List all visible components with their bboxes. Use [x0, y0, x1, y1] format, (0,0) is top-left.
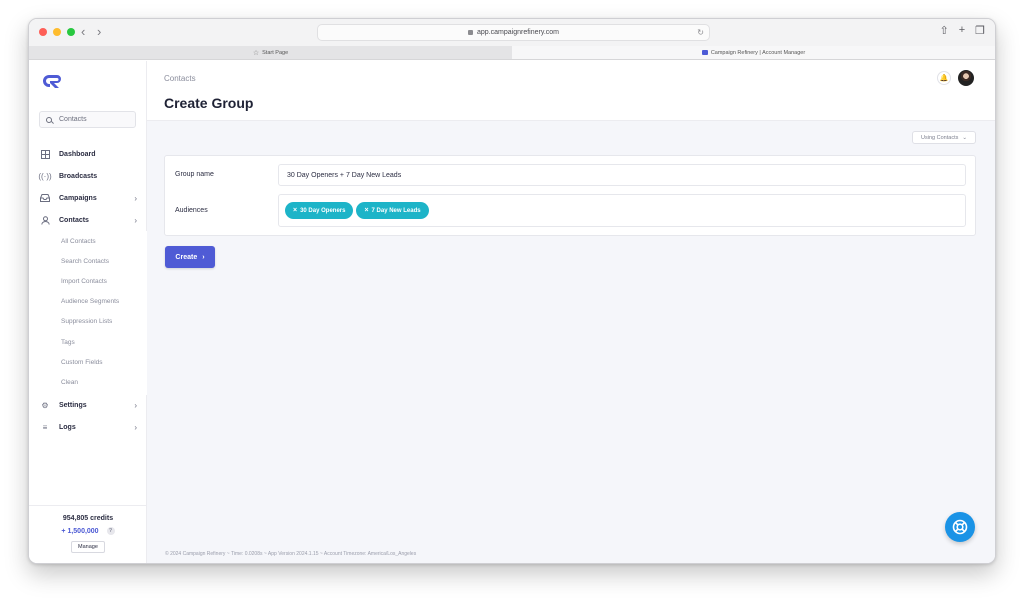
- address-bar[interactable]: app.campaignrefinery.com ↻: [317, 24, 710, 41]
- sidebar-menu: Dashboard ((·)) Broadcasts Campaigns › C…: [29, 143, 147, 439]
- sidebar-search-placeholder: Contacts: [59, 116, 87, 123]
- main-content: Contacts Create Group 🔔 Using Contacts ⌄…: [147, 61, 995, 563]
- breadcrumb[interactable]: Contacts: [164, 74, 196, 83]
- sidebar-item-label: Dashboard: [59, 150, 96, 158]
- chevron-down-icon: ⌄: [962, 134, 967, 141]
- notifications-bell-icon[interactable]: 🔔: [937, 71, 951, 85]
- help-icon[interactable]: ?: [106, 527, 115, 535]
- grid-icon: [40, 149, 50, 159]
- sidebar-item-label: Broadcasts: [59, 172, 98, 180]
- search-icon: [46, 116, 52, 123]
- broadcast-icon: ((·)): [38, 171, 52, 181]
- close-window-button[interactable]: [39, 28, 47, 36]
- page-title: Create Group: [164, 95, 254, 111]
- share-icon[interactable]: ⇧: [939, 24, 948, 37]
- create-group-form: Group name 30 Day Openers + 7 Day New Le…: [164, 155, 976, 236]
- credits-panel: 954,805 credits + 1,500,000 ? Manage: [29, 505, 147, 563]
- sidebar-item-logs[interactable]: ≡ Logs ›: [29, 417, 147, 439]
- submenu-item-audience-segments[interactable]: Audience Segments: [29, 292, 147, 312]
- sidebar-item-settings[interactable]: ⚙ Settings ›: [29, 395, 147, 417]
- browser-window: ‹ › app.campaignrefinery.com ↻ ⇧ + ❐ ☆ S…: [28, 18, 996, 564]
- remove-chip-icon[interactable]: ×: [364, 207, 368, 214]
- url-text: app.campaignrefinery.com: [477, 29, 559, 36]
- audience-chip-label: 7 Day New Leads: [371, 207, 421, 214]
- chevron-right-icon: ›: [202, 253, 205, 261]
- avatar[interactable]: [958, 70, 974, 86]
- chevron-right-icon: ›: [134, 423, 137, 432]
- help-lifebuoy-button[interactable]: [945, 512, 975, 542]
- page-header: Contacts Create Group 🔔: [147, 61, 995, 121]
- audience-chip[interactable]: × 7 Day New Leads: [356, 202, 429, 219]
- tab-start-page[interactable]: ☆ Start Page: [29, 46, 512, 59]
- using-contacts-dropdown[interactable]: Using Contacts ⌄: [912, 131, 976, 144]
- browser-toolbar: ⇧ + ❐: [939, 24, 985, 37]
- audience-chip[interactable]: × 30 Day Openers: [285, 202, 354, 219]
- group-name-value: 30 Day Openers + 7 Day New Leads: [287, 171, 402, 179]
- tab-label: Campaign Refinery | Account Manager: [710, 49, 806, 56]
- manage-button[interactable]: Manage: [71, 541, 105, 553]
- create-button-label: Create: [175, 253, 198, 261]
- inbox-icon: [40, 193, 50, 203]
- new-tab-icon[interactable]: +: [959, 24, 965, 37]
- reload-icon[interactable]: ↻: [697, 28, 704, 37]
- sidebar-item-label: Logs: [59, 424, 76, 431]
- sidebar-item-label: Settings: [59, 402, 87, 409]
- audiences-select[interactable]: × 30 Day Openers × 7 Day New Leads: [278, 194, 966, 227]
- submenu-item-import-contacts[interactable]: Import Contacts: [29, 271, 147, 291]
- submenu-item-custom-fields[interactable]: Custom Fields: [29, 352, 147, 372]
- window-controls: [39, 28, 75, 36]
- lock-icon: [468, 30, 474, 35]
- sidebar-search-input[interactable]: Contacts: [39, 111, 136, 128]
- chevron-right-icon: ›: [134, 401, 137, 410]
- app: Contacts Dashboard ((·)) Broadcasts Camp…: [29, 61, 995, 563]
- audiences-label: Audiences: [175, 207, 208, 214]
- submenu-item-tags[interactable]: Tags: [29, 332, 147, 352]
- gear-icon: ⚙: [41, 401, 49, 410]
- group-name-input[interactable]: 30 Day Openers + 7 Day New Leads: [278, 164, 966, 186]
- star-icon: ☆: [252, 49, 260, 57]
- tab-overview-icon[interactable]: ❐: [975, 24, 985, 37]
- forward-icon[interactable]: ›: [97, 24, 101, 40]
- sidebar: Contacts Dashboard ((·)) Broadcasts Camp…: [29, 61, 147, 563]
- group-name-label: Group name: [175, 171, 214, 178]
- credits-count: 954,805 credits: [62, 515, 114, 522]
- chevron-right-icon: ›: [134, 193, 137, 203]
- sidebar-item-label: Campaigns: [59, 194, 97, 202]
- campaign-refinery-logo[interactable]: [41, 73, 63, 89]
- lifebuoy-icon: [952, 519, 968, 535]
- title-bar: ‹ › app.campaignrefinery.com ↻ ⇧ + ❐: [29, 19, 995, 46]
- list-icon: ≡: [42, 423, 48, 432]
- plus-credits: + 1,500,000 ?: [29, 527, 147, 535]
- user-icon: [40, 215, 50, 225]
- sidebar-item-dashboard[interactable]: Dashboard: [29, 143, 147, 165]
- create-button[interactable]: Create ›: [165, 246, 215, 268]
- audience-chip-label: 30 Day Openers: [300, 207, 346, 214]
- sidebar-item-contacts[interactable]: Contacts ›: [29, 209, 147, 231]
- tab-label: Start Page: [262, 49, 289, 56]
- sidebar-item-label: Contacts: [59, 216, 89, 224]
- favicon-icon: [701, 50, 708, 55]
- using-contacts-label: Using Contacts: [921, 134, 959, 141]
- tab-bar: ☆ Start Page Campaign Refinery | Account…: [29, 46, 995, 60]
- remove-chip-icon[interactable]: ×: [293, 207, 297, 214]
- sidebar-item-campaigns[interactable]: Campaigns ›: [29, 187, 147, 209]
- minimize-window-button[interactable]: [53, 28, 61, 36]
- zoom-window-button[interactable]: [67, 28, 75, 36]
- sidebar-item-broadcasts[interactable]: ((·)) Broadcasts: [29, 165, 147, 187]
- submenu-item-search-contacts[interactable]: Search Contacts: [29, 251, 147, 271]
- back-icon[interactable]: ‹: [81, 24, 85, 40]
- submenu-item-clean[interactable]: Clean: [29, 372, 147, 392]
- footer-text: © 2024 Campaign Refinery ~ Time: 0.0208s…: [165, 551, 417, 557]
- tab-account-manager[interactable]: Campaign Refinery | Account Manager: [512, 46, 995, 59]
- submenu-item-suppression-lists[interactable]: Suppression Lists: [29, 312, 147, 332]
- submenu-item-all-contacts[interactable]: All Contacts: [29, 231, 147, 251]
- chevron-right-icon: ›: [134, 215, 137, 225]
- plus-credits-value: + 1,500,000: [61, 527, 99, 535]
- contacts-submenu: All Contacts Search Contacts Import Cont…: [29, 231, 147, 395]
